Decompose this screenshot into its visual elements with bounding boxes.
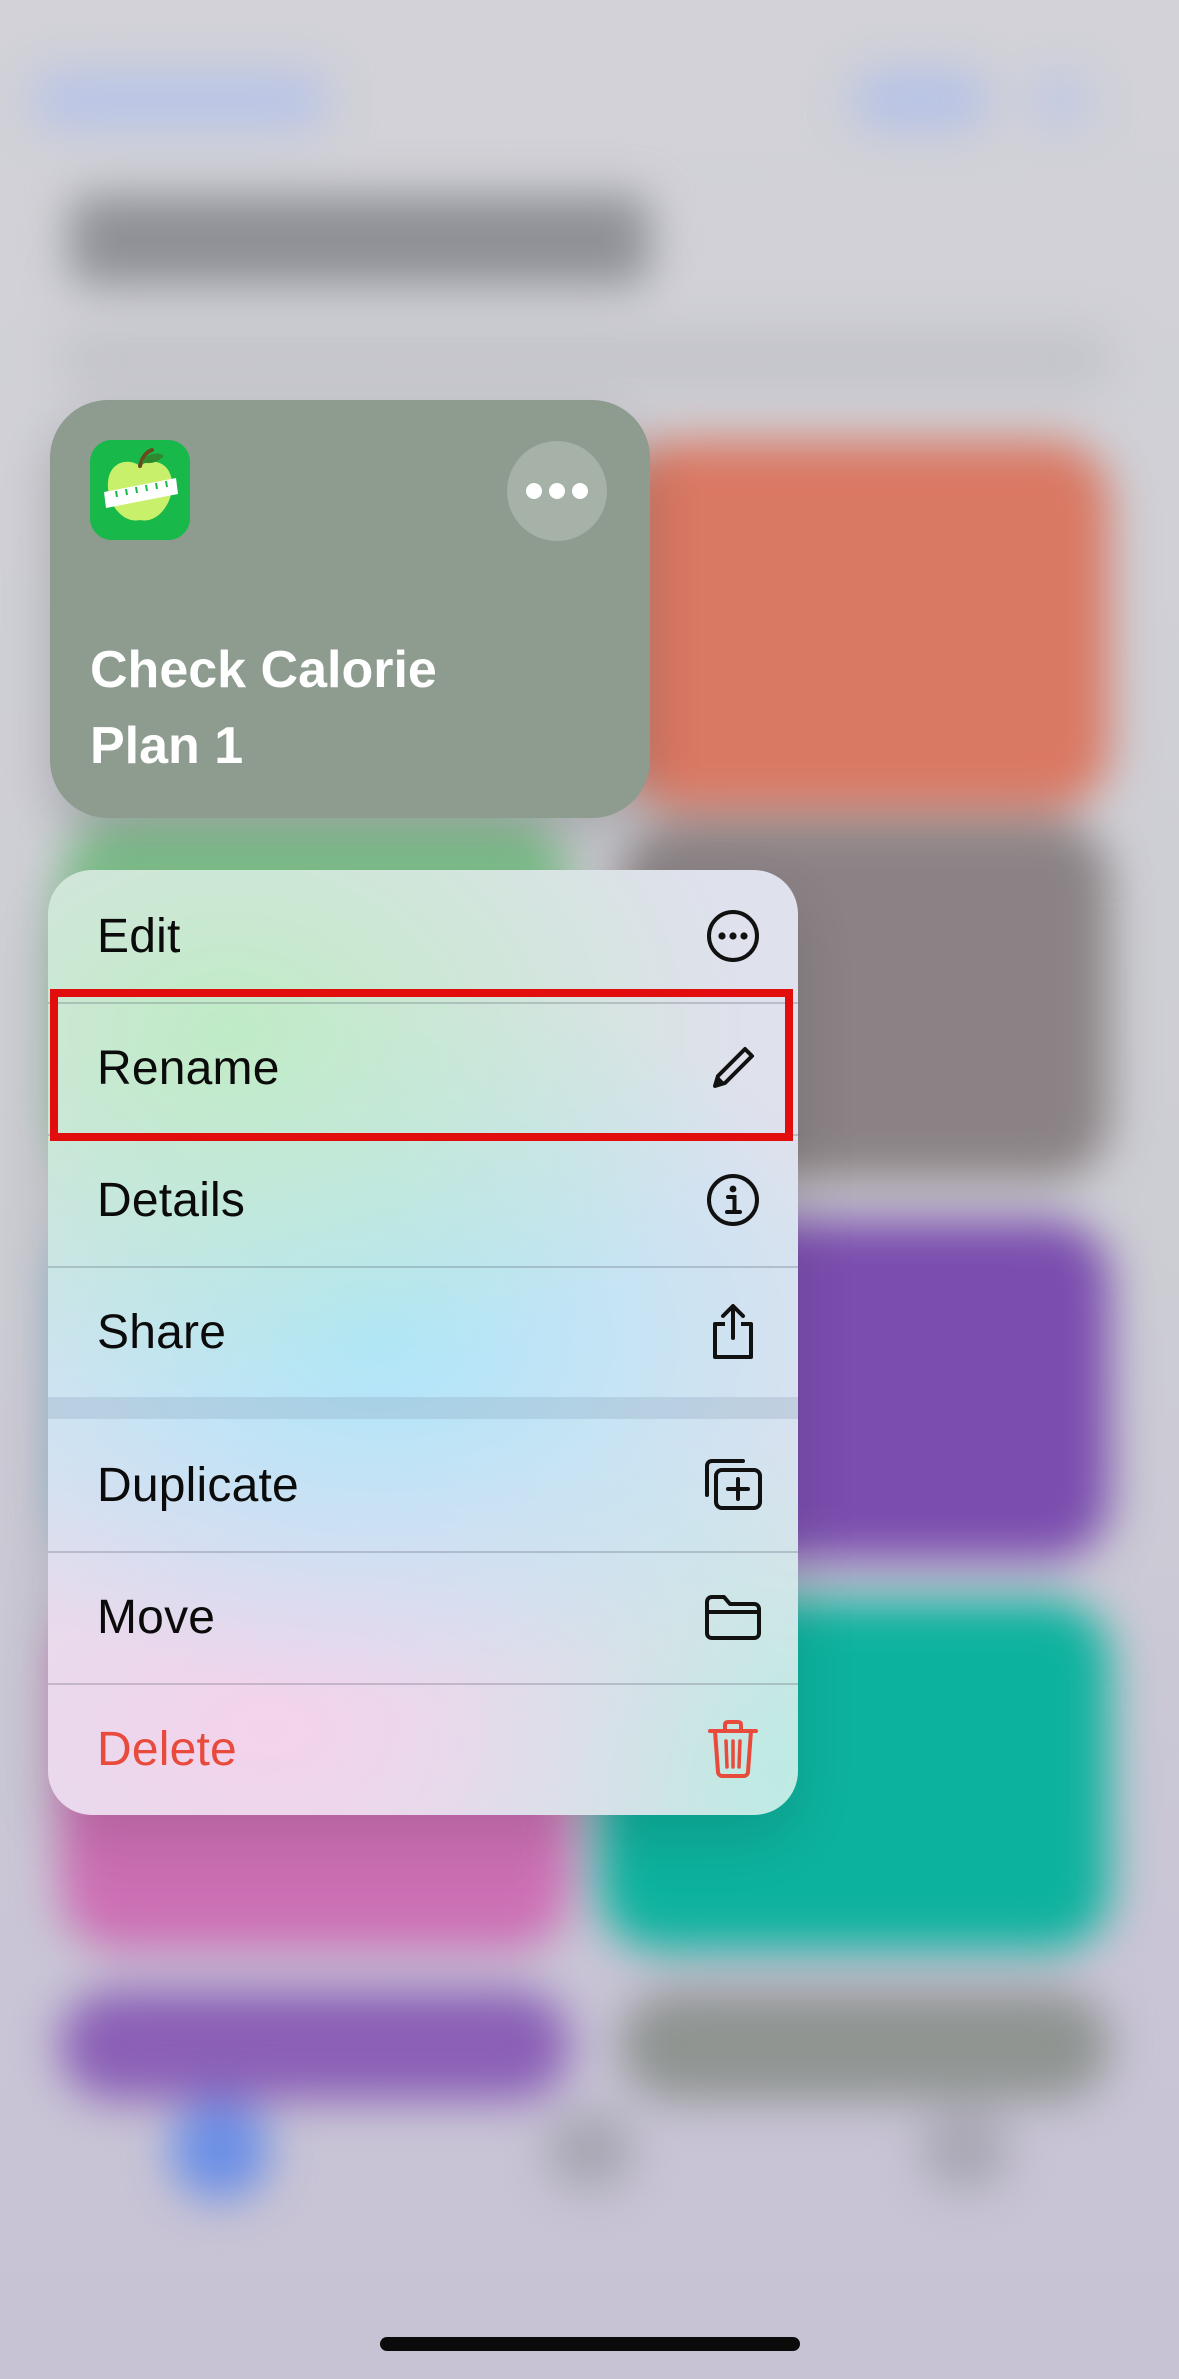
menu-item-label: Duplicate: [97, 1458, 299, 1512]
shortcut-title: Check Calorie Plan 1: [90, 632, 590, 784]
ellipsis-icon: [526, 483, 588, 499]
background-shortcut-tile: [60, 1990, 570, 2100]
ellipsis-circle-icon: [698, 901, 768, 971]
background-nav-right-secondary: [1030, 75, 1090, 125]
info-circle-icon: [698, 1165, 768, 1235]
menu-item-label: Delete: [97, 1722, 237, 1776]
context-menu: Edit Rename Details Share Duplicate Move…: [48, 870, 798, 1815]
menu-item-edit[interactable]: Edit: [48, 870, 798, 1002]
pencil-icon: [698, 1033, 768, 1103]
shortcut-title-line-2: Plan 1: [90, 717, 244, 775]
apple-tape-measure-icon: [90, 440, 190, 540]
home-indicator: [380, 2337, 800, 2351]
background-tab-icon: [170, 2100, 270, 2200]
menu-item-duplicate[interactable]: Duplicate: [48, 1419, 798, 1551]
background-page-title: [70, 195, 650, 285]
menu-item-label: Share: [97, 1305, 227, 1359]
background-tab-icon: [545, 2110, 635, 2190]
background-nav-left: [30, 70, 330, 130]
menu-item-details[interactable]: Details: [48, 1134, 798, 1266]
duplicate-icon: [698, 1450, 768, 1520]
menu-item-label: Details: [97, 1173, 246, 1227]
shortcut-card[interactable]: Check Calorie Plan 1: [50, 400, 650, 818]
menu-item-label: Move: [97, 1590, 216, 1644]
background-shortcut-tile: [620, 440, 1110, 810]
menu-item-share[interactable]: Share: [48, 1266, 798, 1398]
menu-item-rename[interactable]: Rename: [48, 1002, 798, 1134]
share-icon: [698, 1297, 768, 1367]
menu-item-delete[interactable]: Delete: [48, 1683, 798, 1815]
menu-item-label: Rename: [97, 1041, 280, 1095]
menu-group-separator: [48, 1397, 798, 1419]
background-search-bar: [60, 330, 1110, 390]
menu-item-label: Edit: [97, 909, 181, 963]
background-nav-right: [850, 70, 990, 130]
background-tab-icon: [920, 2110, 1010, 2190]
menu-item-move[interactable]: Move: [48, 1551, 798, 1683]
background-shortcut-tile: [620, 1990, 1110, 2100]
folder-icon: [698, 1582, 768, 1652]
shortcut-title-line-1: Check Calorie: [90, 641, 437, 699]
more-options-button[interactable]: [507, 441, 607, 541]
trash-icon: [698, 1714, 768, 1784]
